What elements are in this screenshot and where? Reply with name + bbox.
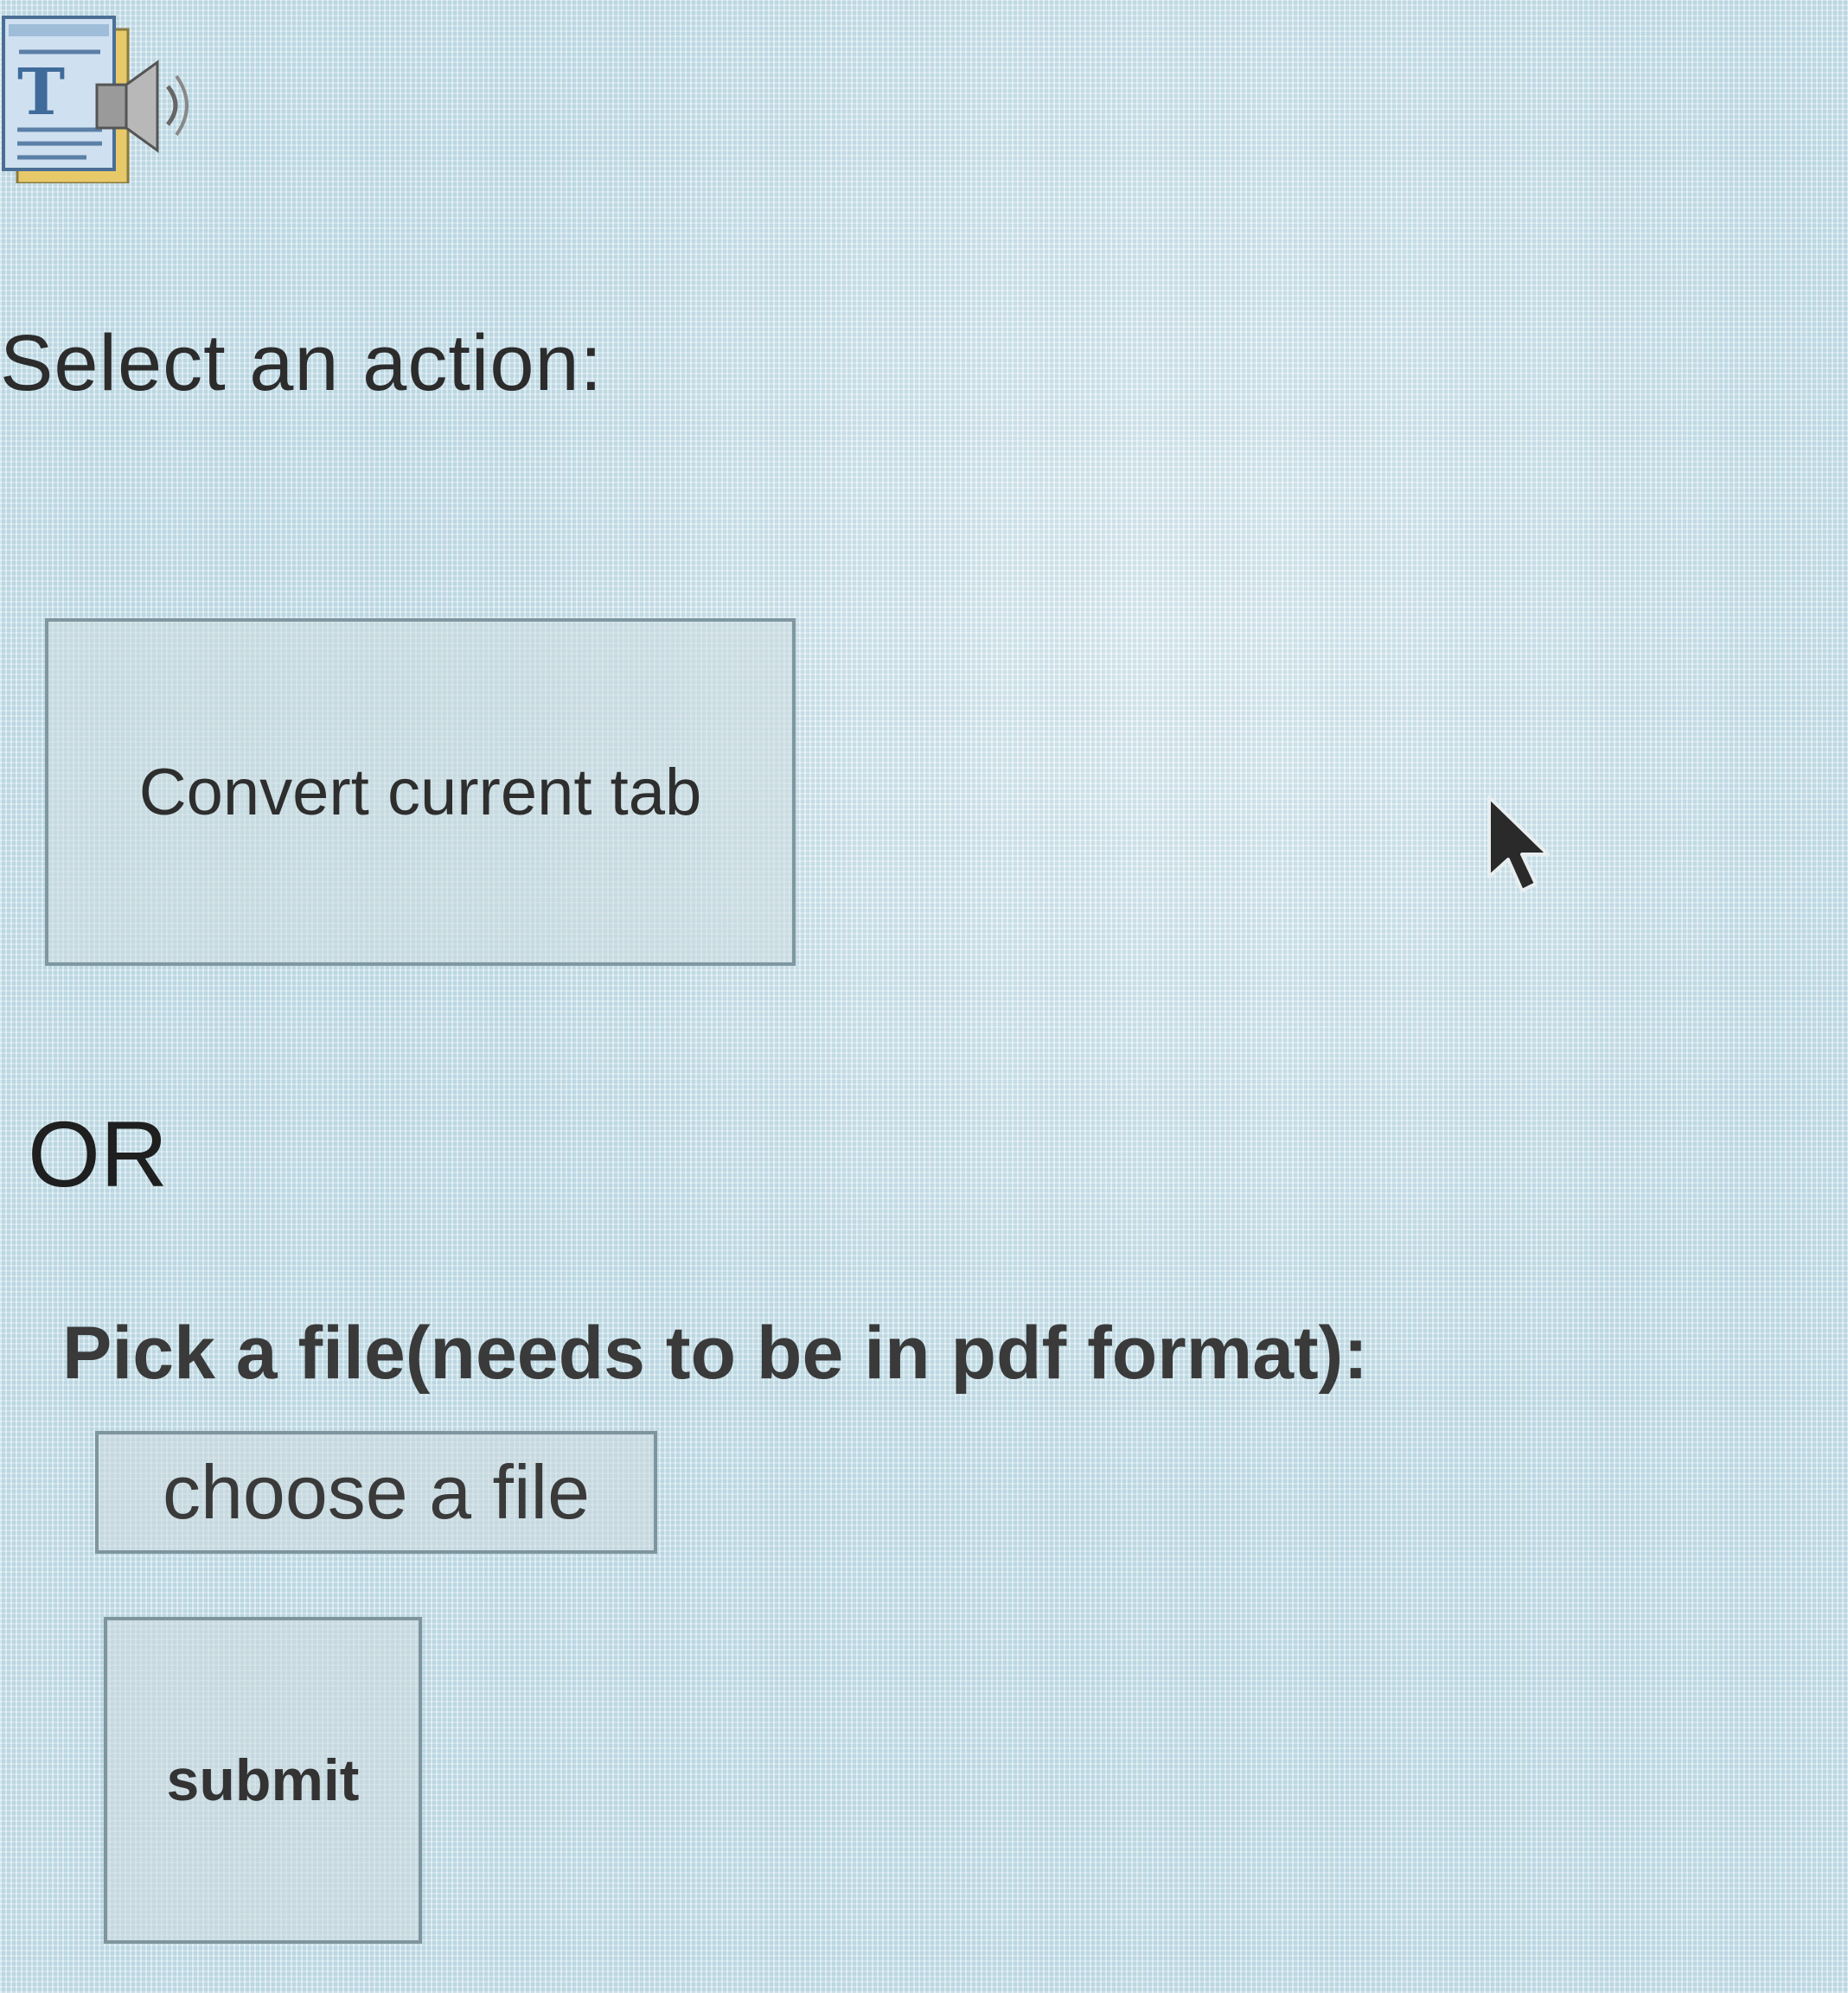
or-separator: OR — [28, 1102, 168, 1206]
choose-file-button[interactable]: choose a file — [95, 1431, 657, 1554]
submit-button[interactable]: submit — [104, 1617, 422, 1944]
file-picker-label: Pick a file(needs to be in pdf format): — [62, 1312, 1368, 1395]
mouse-cursor-icon — [1486, 794, 1555, 897]
convert-current-tab-button[interactable]: Convert current tab — [45, 618, 796, 966]
page-heading: Select an action: — [0, 319, 604, 407]
text-to-speech-icon: T — [0, 10, 199, 185]
svg-text:T: T — [17, 55, 65, 130]
